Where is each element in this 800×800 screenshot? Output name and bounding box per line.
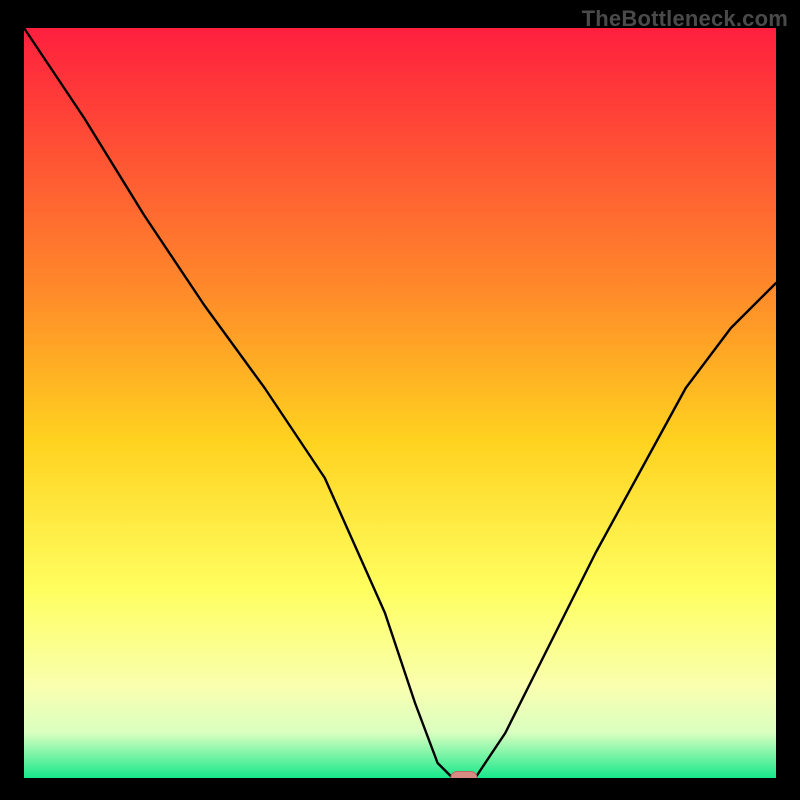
- bottleneck-chart: [24, 28, 776, 778]
- chart-frame: TheBottleneck.com: [0, 0, 800, 800]
- plot-area: [24, 28, 776, 778]
- gradient-background: [24, 28, 776, 778]
- optimal-marker: [451, 772, 477, 779]
